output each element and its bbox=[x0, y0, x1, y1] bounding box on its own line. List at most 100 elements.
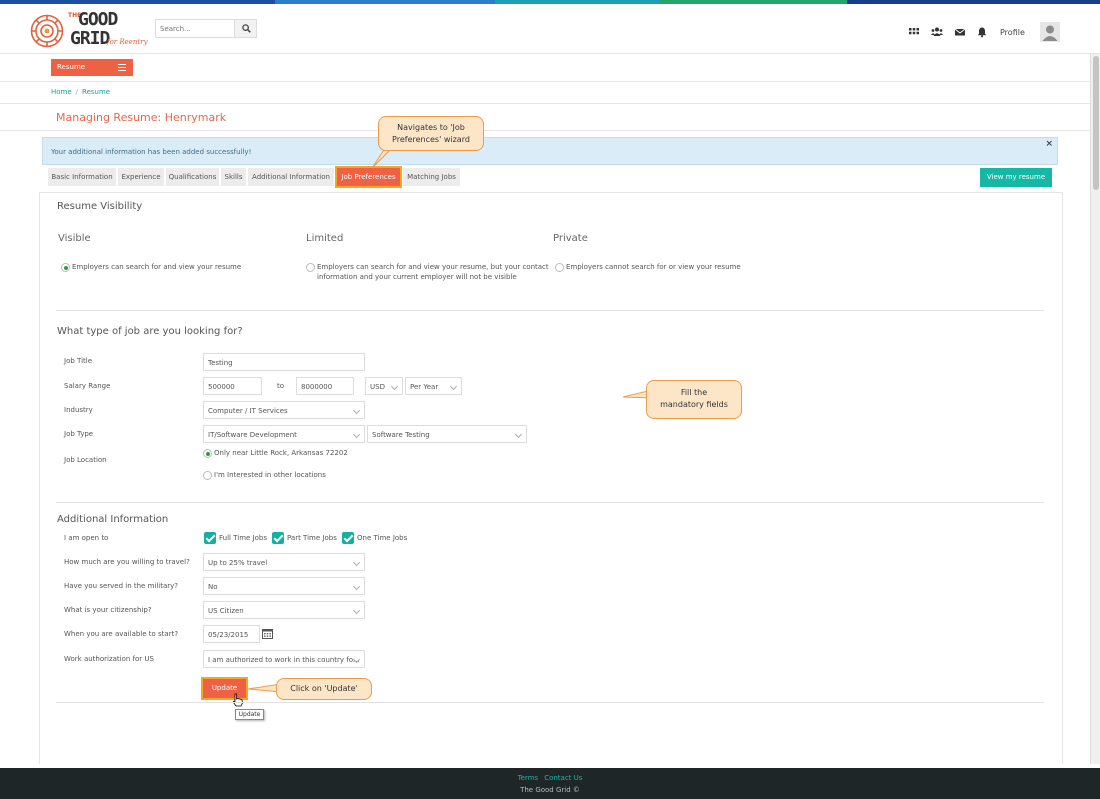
visibility-private-text: Employers cannot search for or view your… bbox=[566, 263, 741, 271]
resume-menu-button[interactable]: Resume bbox=[51, 59, 133, 76]
travel-value: Up to 25% travel bbox=[208, 559, 268, 567]
logo-the: THE bbox=[68, 12, 82, 19]
military-value: No bbox=[208, 583, 218, 591]
visibility-private-radio[interactable] bbox=[555, 263, 564, 272]
page-title: Managing Resume: Henrymark bbox=[56, 111, 227, 124]
users-icon[interactable] bbox=[931, 26, 943, 38]
success-alert: Your additional information has been add… bbox=[42, 137, 1058, 165]
salary-to-label: to bbox=[277, 382, 285, 390]
alert-message: Your additional information has been add… bbox=[51, 148, 252, 156]
divider bbox=[0, 103, 1090, 104]
scrollbar-thumb[interactable] bbox=[1093, 56, 1099, 190]
visibility-visible-radio[interactable] bbox=[61, 263, 70, 272]
profile-link[interactable]: Profile bbox=[1000, 28, 1025, 37]
tab-skills[interactable]: Skills bbox=[221, 168, 246, 186]
part-time-label: Part Time Jobs bbox=[287, 534, 337, 542]
mail-icon[interactable] bbox=[954, 26, 966, 38]
location-near-text: Only near Little Rock, Arkansas 72202 bbox=[214, 449, 348, 457]
vertical-scrollbar[interactable] bbox=[1090, 54, 1100, 764]
location-other-text: I'm Interested in other locations bbox=[214, 471, 326, 479]
industry-select[interactable]: Computer / IT Services bbox=[203, 401, 365, 419]
logo-grid: GRID bbox=[70, 28, 110, 49]
search-button[interactable] bbox=[234, 20, 256, 37]
tab-experience[interactable]: Experience bbox=[118, 168, 164, 186]
view-resume-button[interactable]: View my resume bbox=[980, 168, 1052, 187]
citizenship-label: What is your citizenship? bbox=[64, 606, 152, 614]
job-section-title: What type of job are you looking for? bbox=[57, 326, 243, 337]
currency-select[interactable]: USD bbox=[365, 377, 403, 395]
citizenship-value: US Citizen bbox=[208, 607, 244, 615]
job-type-select[interactable]: IT/Software Development bbox=[203, 425, 365, 443]
content-panel bbox=[39, 192, 1063, 764]
salary-max-input[interactable]: 8000000 bbox=[296, 377, 354, 395]
location-other-radio[interactable] bbox=[203, 471, 212, 480]
logo-good: GOOD bbox=[78, 9, 118, 30]
full-time-label: Full Time Jobs bbox=[219, 534, 267, 542]
tab-job-preferences[interactable]: Job Preferences bbox=[335, 166, 402, 188]
visibility-limited-radio[interactable] bbox=[306, 263, 315, 272]
salary-range-label: Salary Range bbox=[64, 382, 111, 390]
tab-additional-information[interactable]: Additional Information bbox=[248, 168, 334, 186]
grid-icon[interactable] bbox=[908, 26, 920, 38]
fill-callout-line2: mandatory fields bbox=[660, 400, 728, 409]
alert-close-icon[interactable]: × bbox=[1045, 139, 1053, 149]
search-icon bbox=[242, 24, 251, 33]
navigate-callout: Navigates to 'Job Preferences' wizard bbox=[378, 116, 484, 151]
tab-qualifications[interactable]: Qualifications bbox=[166, 168, 219, 186]
tab-matching-jobs[interactable]: Matching Jobs bbox=[403, 168, 460, 186]
full-time-checkbox[interactable] bbox=[204, 532, 216, 544]
industry-label: Industry bbox=[64, 406, 93, 414]
one-time-checkbox[interactable] bbox=[342, 532, 354, 544]
divider bbox=[56, 702, 1044, 703]
header: THE GOOD GRID for Reentry Profile bbox=[0, 4, 1100, 54]
resume-visibility-title: Resume Visibility bbox=[57, 201, 143, 212]
bell-icon[interactable] bbox=[976, 26, 988, 38]
breadcrumb-home[interactable]: Home bbox=[51, 88, 72, 96]
job-title-label: Job Title bbox=[64, 357, 93, 365]
breadcrumb-current[interactable]: Resume bbox=[82, 88, 110, 96]
part-time-checkbox[interactable] bbox=[272, 532, 284, 544]
military-select[interactable]: No bbox=[203, 577, 365, 595]
calendar-icon[interactable] bbox=[262, 628, 273, 639]
additional-info-title: Additional Information bbox=[57, 514, 169, 525]
hamburger-icon bbox=[118, 64, 126, 71]
job-type-label: Job Type bbox=[64, 430, 94, 438]
travel-select[interactable]: Up to 25% travel bbox=[203, 553, 365, 571]
visibility-limited-text-line1: Employers can search for and view your r… bbox=[317, 263, 549, 271]
job-subtype-select[interactable]: Software Testing bbox=[367, 425, 527, 443]
job-subtype-value: Software Testing bbox=[372, 431, 430, 439]
job-title-input[interactable]: Testing bbox=[203, 353, 365, 371]
avatar-icon[interactable] bbox=[1040, 22, 1060, 42]
chevron-down-icon bbox=[352, 606, 361, 615]
military-label: Have you served in the military? bbox=[64, 582, 179, 590]
divider bbox=[0, 130, 1090, 131]
navigate-callout-line2: Preferences' wizard bbox=[392, 135, 470, 144]
fill-callout: Fill the mandatory fields bbox=[646, 380, 742, 419]
open-to-label: I am open to bbox=[64, 534, 109, 542]
chevron-down-icon bbox=[352, 558, 361, 567]
footer-contact-link[interactable]: Contact Us bbox=[544, 774, 582, 782]
chevron-down-icon bbox=[514, 430, 523, 439]
hand-cursor-icon bbox=[232, 693, 243, 707]
salary-min-input[interactable]: 500000 bbox=[203, 377, 262, 395]
visibility-limited-title: Limited bbox=[306, 233, 344, 244]
period-select[interactable]: Per Year bbox=[405, 377, 462, 395]
work-auth-select[interactable]: I am authorized to work in this country … bbox=[203, 650, 365, 668]
travel-label: How much are you willing to travel? bbox=[64, 558, 190, 566]
period-value: Per Year bbox=[410, 383, 439, 391]
divider bbox=[56, 310, 1044, 311]
chevron-down-icon bbox=[449, 382, 458, 391]
currency-value: USD bbox=[370, 383, 385, 391]
location-near-radio[interactable] bbox=[203, 449, 212, 458]
start-date-label: When you are available to start? bbox=[64, 630, 179, 638]
gear-logo-icon bbox=[30, 14, 64, 48]
tab-basic-information[interactable]: Basic Information bbox=[48, 168, 116, 186]
footer-links: Terms Contact Us bbox=[0, 774, 1100, 782]
logo-tagline: for Reentry bbox=[107, 38, 148, 46]
footer-terms-link[interactable]: Terms bbox=[518, 774, 539, 782]
citizenship-select[interactable]: US Citizen bbox=[203, 601, 365, 619]
search-input[interactable] bbox=[156, 20, 234, 37]
visibility-private-title: Private bbox=[553, 233, 588, 244]
start-date-input[interactable]: 05/23/2015 bbox=[203, 625, 260, 643]
logo[interactable]: THE GOOD GRID for Reentry bbox=[28, 10, 153, 52]
